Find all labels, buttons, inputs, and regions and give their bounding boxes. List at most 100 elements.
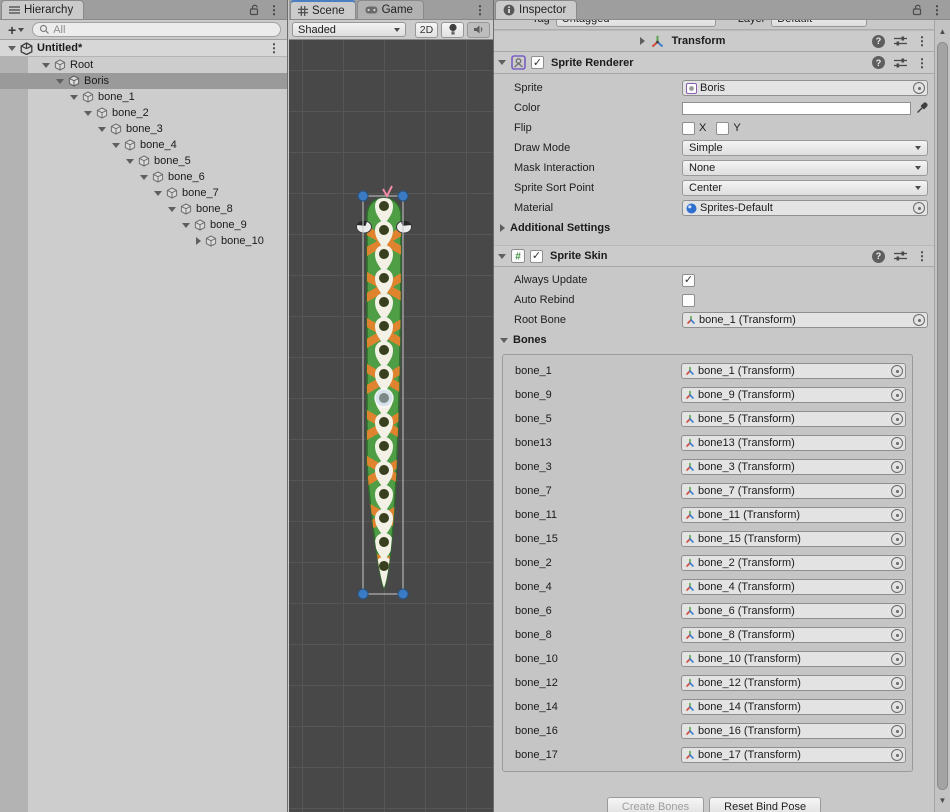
hierarchy-item-boris[interactable]: Boris	[0, 73, 287, 89]
bone-object-field[interactable]: bone_16 (Transform)	[681, 723, 906, 739]
foldout-arrow-icon[interactable]	[112, 143, 120, 148]
draw-mode-dropdown[interactable]: Simple	[682, 140, 928, 156]
transform-component-header[interactable]: Transform ? ⋮	[494, 30, 934, 52]
additional-settings-foldout[interactable]: Additional Settings	[494, 218, 934, 238]
object-picker-icon[interactable]	[891, 437, 903, 449]
object-picker-icon[interactable]	[891, 653, 903, 665]
scene-menu-icon[interactable]: ⋮	[268, 42, 280, 54]
bone-object-field[interactable]: bone_3 (Transform)	[681, 459, 906, 475]
foldout-arrow-icon[interactable]	[140, 175, 148, 180]
toggle-2d-button[interactable]: 2D	[415, 22, 438, 38]
panel-menu-icon[interactable]: ⋮	[931, 4, 943, 16]
always-update-checkbox[interactable]	[682, 274, 695, 287]
sprite-renderer-component-header[interactable]: Sprite Renderer ? ⋮	[494, 52, 934, 74]
bone-object-field[interactable]: bone_8 (Transform)	[681, 627, 906, 643]
bone-object-field[interactable]: bone13 (Transform)	[681, 435, 906, 451]
foldout-arrow-icon[interactable]	[56, 79, 64, 84]
help-icon[interactable]: ?	[872, 250, 885, 263]
tab-inspector[interactable]: Inspector	[495, 0, 577, 19]
sprite-sort-point-dropdown[interactable]: Center	[682, 180, 928, 196]
foldout-arrow-icon[interactable]	[196, 237, 201, 245]
component-menu-icon[interactable]: ⋮	[916, 35, 928, 47]
object-picker-icon[interactable]	[891, 629, 903, 641]
object-picker-icon[interactable]	[891, 749, 903, 761]
flip-x-checkbox[interactable]	[682, 122, 695, 135]
object-picker-icon[interactable]	[891, 509, 903, 521]
hierarchy-item-bone-5[interactable]: bone_5	[0, 153, 287, 169]
foldout-arrow-icon[interactable]	[640, 37, 645, 45]
bone-object-field[interactable]: bone_1 (Transform)	[681, 363, 906, 379]
layer-dropdown[interactable]: Default	[771, 20, 867, 27]
foldout-arrow-icon[interactable]	[500, 338, 508, 343]
mask-interaction-dropdown[interactable]: None	[682, 160, 928, 176]
tab-hierarchy[interactable]: Hierarchy	[1, 0, 84, 19]
foldout-arrow-icon[interactable]	[498, 60, 506, 65]
hierarchy-item-bone-10[interactable]: bone_10	[0, 233, 287, 249]
object-picker-icon[interactable]	[891, 581, 903, 593]
lock-icon[interactable]	[912, 4, 923, 16]
foldout-arrow-icon[interactable]	[8, 46, 16, 51]
hierarchy-item-bone-3[interactable]: bone_3	[0, 121, 287, 137]
presets-icon[interactable]	[894, 57, 907, 69]
scrollbar-thumb[interactable]	[937, 42, 948, 790]
auto-rebind-checkbox[interactable]	[682, 294, 695, 307]
hierarchy-item-bone-4[interactable]: bone_4	[0, 137, 287, 153]
sprite-skin-component-header[interactable]: # Sprite Skin ? ⋮	[494, 245, 934, 267]
scroll-down-icon[interactable]: ▼	[935, 796, 950, 805]
eyedropper-icon[interactable]	[916, 102, 928, 114]
foldout-arrow-icon[interactable]	[84, 111, 92, 116]
search-input[interactable]	[53, 24, 274, 36]
panel-menu-icon[interactable]: ⋮	[268, 4, 280, 16]
bones-foldout[interactable]: Bones	[494, 330, 934, 350]
hierarchy-item-root[interactable]: Root	[0, 57, 287, 73]
object-picker-icon[interactable]	[913, 202, 925, 214]
tab-scene[interactable]: Scene	[290, 0, 356, 19]
scroll-up-icon[interactable]: ▲	[935, 27, 950, 36]
component-enabled-checkbox[interactable]	[531, 56, 544, 69]
object-picker-icon[interactable]	[891, 725, 903, 737]
scene-audio-button[interactable]	[467, 22, 490, 38]
bone-object-field[interactable]: bone_7 (Transform)	[681, 483, 906, 499]
lock-icon[interactable]	[249, 4, 260, 16]
foldout-arrow-icon[interactable]	[500, 224, 505, 232]
scene-lighting-button[interactable]	[441, 22, 464, 38]
handle-bottom-left[interactable]	[358, 589, 368, 599]
foldout-arrow-icon[interactable]	[498, 254, 506, 259]
handle-top-left[interactable]	[358, 191, 368, 201]
foldout-arrow-icon[interactable]	[168, 207, 176, 212]
bone-object-field[interactable]: bone_10 (Transform)	[681, 651, 906, 667]
foldout-arrow-icon[interactable]	[42, 63, 50, 68]
component-menu-icon[interactable]: ⋮	[916, 57, 928, 69]
tag-dropdown[interactable]: Untagged	[556, 20, 716, 27]
object-picker-icon[interactable]	[891, 605, 903, 617]
bone-object-field[interactable]: bone_14 (Transform)	[681, 699, 906, 715]
object-picker-icon[interactable]	[891, 461, 903, 473]
bone-gizmo[interactable]	[375, 389, 393, 407]
bone-object-field[interactable]: bone_2 (Transform)	[681, 555, 906, 571]
handle-bottom-right[interactable]	[398, 589, 408, 599]
hierarchy-item-bone-1[interactable]: bone_1	[0, 89, 287, 105]
presets-icon[interactable]	[894, 35, 907, 47]
panel-menu-icon[interactable]: ⋮	[474, 4, 486, 16]
hierarchy-item-bone-9[interactable]: bone_9	[0, 217, 287, 233]
bone-object-field[interactable]: bone_4 (Transform)	[681, 579, 906, 595]
bone-object-field[interactable]: bone_5 (Transform)	[681, 411, 906, 427]
bone-object-field[interactable]: bone_9 (Transform)	[681, 387, 906, 403]
inspector-scrollbar[interactable]: ▲ ▼	[934, 20, 950, 812]
hierarchy-item-bone-6[interactable]: bone_6	[0, 169, 287, 185]
create-object-button[interactable]: +	[6, 22, 26, 38]
shading-mode-dropdown[interactable]: Shaded	[292, 22, 406, 37]
help-icon[interactable]: ?	[872, 35, 885, 48]
object-picker-icon[interactable]	[913, 314, 925, 326]
root-bone-object-field[interactable]: bone_1 (Transform)	[682, 312, 928, 328]
bone-object-field[interactable]: bone_17 (Transform)	[681, 747, 906, 763]
object-picker-icon[interactable]	[891, 677, 903, 689]
object-picker-icon[interactable]	[891, 413, 903, 425]
tab-game[interactable]: Game	[357, 0, 424, 19]
reset-bind-pose-button[interactable]: Reset Bind Pose	[709, 797, 821, 812]
foldout-arrow-icon[interactable]	[70, 95, 78, 100]
sprite-object-field[interactable]: Boris	[682, 80, 928, 96]
object-picker-icon[interactable]	[891, 389, 903, 401]
component-enabled-checkbox[interactable]	[530, 250, 543, 263]
foldout-arrow-icon[interactable]	[154, 191, 162, 196]
